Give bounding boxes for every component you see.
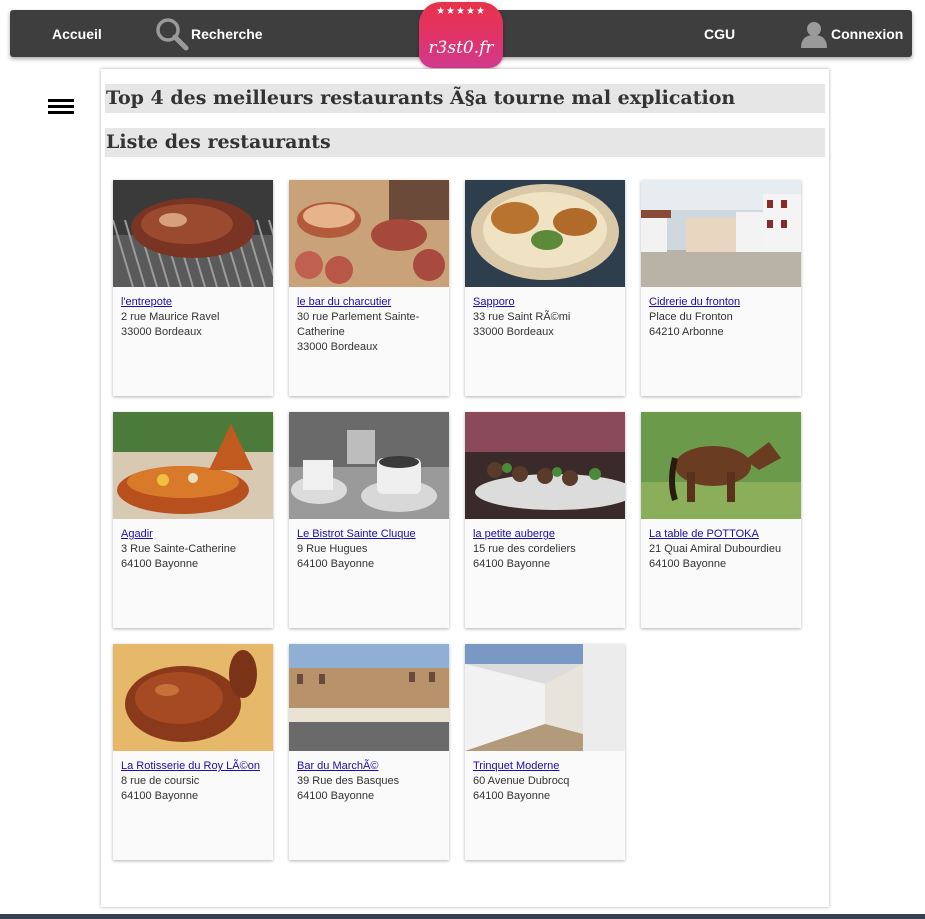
nav-home-link[interactable]: Accueil (52, 10, 102, 57)
restaurant-card-body: La Rotisserie du Roy LÃ©on 8 rue de cours… (113, 751, 273, 804)
restaurant-card[interactable]: Le Bistrot Sainte Cluque 9 Rue Hugues 6410… (289, 412, 449, 628)
restaurant-city: 33000 Bordeaux (297, 341, 378, 353)
search-icon (156, 17, 189, 50)
restaurant-city: 64210 Arbonne (649, 326, 724, 338)
restaurant-address: 9 Rue Hugues (297, 543, 368, 555)
market-square-photo[interactable] (289, 644, 449, 751)
restaurant-card-body: Sapporo 33 rue Saint RÃ©mi 33000 Bordeaux (465, 287, 625, 340)
restaurant-card[interactable]: Sapporo 33 rue Saint RÃ©mi 33000 Bordeaux (465, 180, 625, 396)
restaurant-address: 15 rue des cordeliers (473, 543, 576, 555)
restaurant-card[interactable]: Agadir 3 Rue Sainte-Catherine 64100 Bayonn… (113, 412, 273, 628)
restaurant-card-body: l'entrepote 2 rue Maurice Ravel 33000 Bord… (113, 287, 273, 340)
restaurant-name-link[interactable]: l'entrepote (121, 295, 265, 310)
restaurant-address: 30 rue Parlement Sainte- (297, 311, 420, 323)
restaurant-city: 33000 Bordeaux (473, 326, 554, 338)
list-heading: Liste des restaurants (105, 128, 825, 157)
restaurant-name-link[interactable]: le bar du charcutier (297, 295, 441, 310)
restaurant-city: 64100 Bayonne (121, 558, 199, 570)
nav-home-label: Accueil (52, 25, 102, 42)
restaurant-address: 39 Rue des Basques (297, 775, 400, 787)
restaurant-card-body: Bar du MarchÃ© 39 Rue des Basques 64100 Ba… (289, 751, 449, 804)
restaurant-card-body: Cidrerie du fronton Place du Fronton 64210… (641, 287, 801, 340)
grilled-steak-photo[interactable] (113, 180, 273, 287)
restaurant-address: Place du Fronton (649, 311, 733, 323)
skewers-photo[interactable] (465, 412, 625, 519)
nav-search-link[interactable]: Recherche (155, 10, 263, 57)
restaurant-card-body: Le Bistrot Sainte Cluque 9 Rue Hugues 6410… (289, 519, 449, 572)
donburi-bowl-photo[interactable] (465, 180, 625, 287)
restaurant-name-link[interactable]: Agadir (121, 527, 265, 542)
restaurant-city: 64100 Bayonne (297, 790, 375, 802)
bottom-edge-strip (0, 914, 925, 919)
charcuterie-photo[interactable] (289, 180, 449, 287)
tajine-photo[interactable] (113, 412, 273, 519)
restaurant-card-body: La table de POTTOKA 21 Quai Amiral Dubour… (641, 519, 801, 572)
restaurant-card[interactable]: la petite auberge 15 rue des cordeliers 64… (465, 412, 625, 628)
restaurant-card[interactable]: Cidrerie du fronton Place du Fronton 64210… (641, 180, 801, 396)
restaurant-card-body: Trinquet Moderne 60 Avenue Dubrocq 64100 B… (465, 751, 625, 804)
nav-cgu-label: CGU (704, 25, 736, 42)
restaurant-name-link[interactable]: Cidrerie du fronton (649, 295, 793, 310)
fronton-building-photo[interactable] (641, 180, 801, 287)
roast-chicken-photo[interactable] (113, 644, 273, 751)
site-logo[interactable]: ★★★★★ r3st0.fr (419, 2, 503, 68)
restaurant-address: 2 rue Maurice Ravel (121, 311, 220, 323)
restaurant-name-link[interactable]: La Rotisserie du Roy LÃ©on (121, 759, 265, 774)
restaurant-card[interactable]: Trinquet Moderne 60 Avenue Dubrocq 64100 B… (465, 644, 625, 860)
user-icon (801, 21, 827, 48)
restaurant-card-body: le bar du charcutier 30 rue Parlement Sai… (289, 287, 449, 355)
restaurant-address: 8 rue de coursic (121, 775, 200, 787)
nav-search-label: Recherche (191, 25, 263, 42)
top-heading: Top 4 des meilleurs restaurants Ã§a tour… (105, 84, 825, 113)
nav-login-link[interactable]: Connexion (800, 10, 903, 57)
restaurant-card[interactable]: le bar du charcutier 30 rue Parlement Sai… (289, 180, 449, 396)
restaurant-city: 64100 Bayonne (473, 790, 551, 802)
restaurant-name-link[interactable]: Le Bistrot Sainte Cluque (297, 527, 441, 542)
restaurant-card[interactable]: l'entrepote 2 rue Maurice Ravel 33000 Bord… (113, 180, 273, 396)
restaurant-address: 33 rue Saint RÃ©mi (473, 311, 571, 323)
restaurant-city: 64100 Bayonne (297, 558, 375, 570)
pony-photo[interactable] (641, 412, 801, 519)
nav-login-label: Connexion (831, 25, 904, 42)
logo-text: r3st0.fr (428, 38, 494, 58)
restaurant-name-link[interactable]: Trinquet Moderne (473, 759, 617, 774)
restaurant-card[interactable]: Bar du MarchÃ© 39 Rue des Basques 64100 Ba… (289, 644, 449, 860)
restaurant-name-link[interactable]: Bar du MarchÃ© (297, 759, 441, 774)
restaurant-card-body: la petite auberge 15 rue des cordeliers 64… (465, 519, 625, 572)
restaurant-address: 3 Rue Sainte-Catherine (121, 543, 236, 555)
restaurant-address-continued: Catherine (297, 326, 345, 338)
restaurant-city: 64100 Bayonne (473, 558, 551, 570)
trinquet-court-photo[interactable] (465, 644, 625, 751)
nav-cgu-link[interactable]: CGU (704, 10, 735, 57)
coffee-cups-photo[interactable] (289, 412, 449, 519)
restaurant-name-link[interactable]: Sapporo (473, 295, 617, 310)
restaurant-address: 60 Avenue Dubrocq (473, 775, 570, 787)
restaurant-card-body: Agadir 3 Rue Sainte-Catherine 64100 Bayonn… (113, 519, 273, 572)
restaurant-address: 21 Quai Amiral Dubourdieu (649, 543, 782, 555)
restaurant-card[interactable]: La table de POTTOKA 21 Quai Amiral Dubour… (641, 412, 801, 628)
logo-stars-icon: ★★★★★ (436, 6, 486, 17)
restaurant-city: 33000 Bordeaux (121, 326, 202, 338)
restaurant-card[interactable]: La Rotisserie du Roy LÃ©on 8 rue de cours… (113, 644, 273, 860)
restaurant-name-link[interactable]: la petite auberge (473, 527, 617, 542)
hamburger-menu-icon[interactable] (48, 99, 74, 117)
restaurant-city: 64100 Bayonne (649, 558, 727, 570)
restaurant-city: 64100 Bayonne (121, 790, 199, 802)
restaurant-name-link[interactable]: La table de POTTOKA (649, 527, 793, 542)
